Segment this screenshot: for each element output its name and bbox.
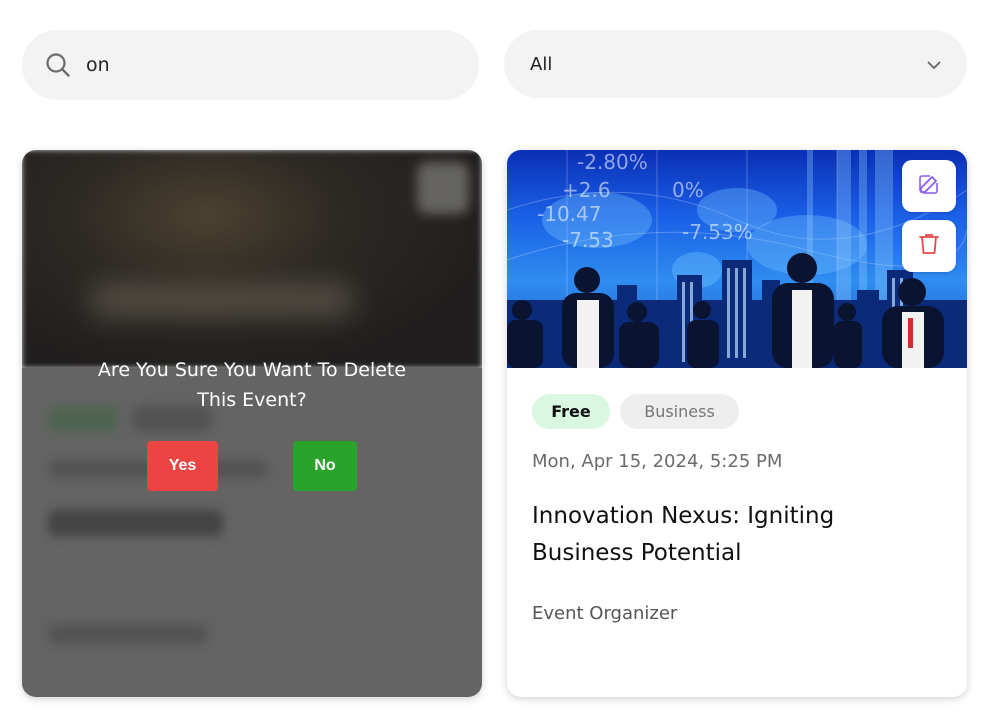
category-tag: Business [620,394,739,429]
confirm-no-button[interactable]: No [293,441,357,491]
confirm-yes-button[interactable]: Yes [147,441,218,491]
edit-button[interactable] [902,160,956,212]
chevron-down-icon [927,55,941,74]
search-input[interactable] [86,54,446,76]
delete-overlay [22,150,482,697]
category-select[interactable]: All [504,30,967,98]
price-tag: Free [532,394,610,429]
event-card[interactable]: -2.80% +2.6 -10.47 -7.53 0% -7.53% Free … [507,150,967,697]
event-image: -2.80% +2.6 -10.47 -7.53 0% -7.53% [507,150,967,368]
trash-icon [918,232,940,260]
event-organizer: Event Organizer [532,603,678,624]
delete-confirm-text: Are You Sure You Want To Delete This Eve… [97,359,407,411]
event-title[interactable]: Innovation Nexus: Igniting Business Pote… [532,498,932,572]
event-card: Are You Sure You Want To Delete This Eve… [22,150,482,697]
category-select-value: All [530,53,553,75]
search-icon [44,51,72,79]
search-bar [22,30,479,100]
edit-icon [917,172,941,200]
event-date: Mon, Apr 15, 2024, 5:25 PM [532,451,783,472]
delete-button[interactable] [902,220,956,272]
